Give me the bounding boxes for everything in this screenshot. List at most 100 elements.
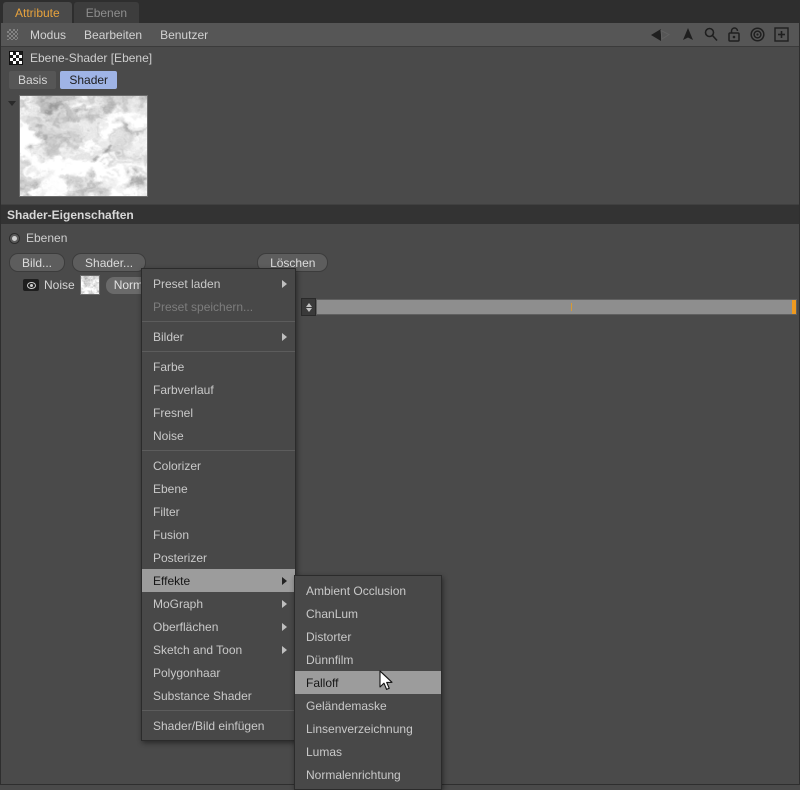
menu-item-label: Fresnel bbox=[153, 405, 194, 420]
submenu-item-ambient-occlusion[interactable]: Ambient Occlusion bbox=[295, 579, 441, 602]
menu-item-bilder[interactable]: Bilder bbox=[142, 325, 295, 348]
lock-open-icon[interactable] bbox=[727, 27, 741, 42]
submenu-item-label: Lumas bbox=[306, 744, 343, 759]
shader-context-menu[interactable]: Preset laden Preset speichern... Bilder Far… bbox=[141, 268, 296, 741]
menu-item-label: Preset laden bbox=[153, 276, 221, 291]
menu-item-fusion[interactable]: Fusion bbox=[142, 523, 295, 546]
menu-item-fresnel[interactable]: Fresnel bbox=[142, 401, 295, 424]
menu-item-oberflächen[interactable]: Oberflächen bbox=[142, 615, 295, 638]
submenu-item-label: Distorter bbox=[306, 629, 352, 644]
submenu-item-label: ChanLum bbox=[306, 606, 359, 621]
grip-dots-icon[interactable] bbox=[7, 29, 18, 40]
submenu-item-geländemaske[interactable]: Geländemaske bbox=[295, 694, 441, 717]
menubar-item-benutzer[interactable]: Benutzer bbox=[151, 23, 217, 47]
radio-ebenen-label: Ebenen bbox=[26, 231, 68, 245]
submenu-item-label: Dünnfilm bbox=[306, 652, 354, 667]
tab-shader-label: Shader bbox=[69, 72, 109, 87]
menu-item-label: Farbe bbox=[153, 359, 185, 374]
menu-item-substance-shader[interactable]: Substance Shader bbox=[142, 684, 295, 707]
submenu-item-distorter[interactable]: Distorter bbox=[295, 625, 441, 648]
menu-item-label: Ebene bbox=[153, 481, 188, 496]
menu-item-preset-speichern: Preset speichern... bbox=[142, 295, 295, 318]
section-header-label: Shader-Eigenschaften bbox=[7, 207, 134, 222]
submenu-item-linsenverzeichnung[interactable]: Linsenverzeichnung bbox=[295, 717, 441, 740]
back-arrow-icon[interactable] bbox=[650, 28, 672, 42]
menu-item-farbe[interactable]: Farbe bbox=[142, 355, 295, 378]
submenu-item-falloff[interactable]: Falloff bbox=[295, 671, 441, 694]
menu-item-shader-bild-einfügen[interactable]: Shader/Bild einfügen bbox=[142, 714, 295, 737]
tab-basis[interactable]: Basis bbox=[9, 70, 57, 89]
menu-item-label: Filter bbox=[153, 504, 180, 519]
chevron-right-icon bbox=[282, 279, 287, 288]
opacity-slider-row bbox=[301, 298, 797, 316]
menu-item-polygonhaar[interactable]: Polygonhaar bbox=[142, 661, 295, 684]
opacity-stepper[interactable] bbox=[301, 298, 316, 316]
submenu-item-dünnfilm[interactable]: Dünnfilm bbox=[295, 648, 441, 671]
menu-item-noise[interactable]: Noise bbox=[142, 424, 295, 447]
shader-button[interactable]: Shader... bbox=[72, 253, 147, 272]
submenu-item-label: Normalenrichtung bbox=[306, 767, 401, 782]
menubar-item-bearbeiten[interactable]: Bearbeiten bbox=[75, 23, 151, 47]
chevron-right-icon bbox=[282, 599, 287, 608]
menu-item-label: Posterizer bbox=[153, 550, 208, 565]
opacity-slider-handle[interactable] bbox=[792, 300, 796, 314]
menubar: Modus Bearbeiten Benutzer bbox=[1, 23, 799, 47]
eye-icon[interactable] bbox=[23, 279, 39, 291]
radio-row-ebenen[interactable]: Ebenen bbox=[1, 229, 799, 247]
submenu-item-chanlum[interactable]: ChanLum bbox=[295, 602, 441, 625]
menu-item-separator bbox=[142, 351, 295, 352]
object-header: Ebene-Shader [Ebene] bbox=[1, 47, 799, 69]
menu-item-label: Noise bbox=[153, 428, 184, 443]
shader-preview[interactable] bbox=[19, 95, 148, 197]
menu-item-effekte[interactable]: Effekte bbox=[142, 569, 295, 592]
target-icon[interactable] bbox=[750, 27, 765, 42]
tab-shader[interactable]: Shader bbox=[60, 70, 118, 89]
chevron-right-icon bbox=[282, 576, 287, 585]
bild-button-label: Bild... bbox=[22, 255, 53, 270]
tab-ebenen[interactable]: Ebenen bbox=[73, 2, 140, 23]
menubar-item-modus[interactable]: Modus bbox=[21, 23, 75, 47]
menu-item-label: Shader/Bild einfügen bbox=[153, 718, 265, 733]
shader-preview-canvas bbox=[20, 96, 147, 196]
preview-row bbox=[1, 90, 799, 204]
menu-item-label: Bilder bbox=[153, 329, 184, 344]
tab-attribute-label: Attribute bbox=[15, 5, 60, 20]
up-arrow-icon[interactable] bbox=[681, 27, 695, 42]
menu-item-label: MoGraph bbox=[153, 596, 204, 611]
radio-ebenen[interactable] bbox=[9, 232, 20, 244]
layer-row-noise[interactable]: Noise Normal bbox=[1, 273, 799, 297]
layer-name: Noise bbox=[44, 278, 75, 292]
chevron-right-icon bbox=[282, 622, 287, 631]
section-header-shader-eigenschaften: Shader-Eigenschaften bbox=[1, 204, 799, 224]
disclosure-toggle[interactable] bbox=[5, 95, 19, 106]
menu-item-filter[interactable]: Filter bbox=[142, 500, 295, 523]
stepper-up-icon bbox=[305, 302, 312, 307]
menu-item-separator bbox=[142, 321, 295, 322]
submenu-item-label: Ambient Occlusion bbox=[306, 583, 407, 598]
menu-item-mograph[interactable]: MoGraph bbox=[142, 592, 295, 615]
menu-item-ebene[interactable]: Ebene bbox=[142, 477, 295, 500]
noise-thumbnail bbox=[79, 275, 100, 295]
subtab-bar: Basis Shader bbox=[1, 69, 799, 90]
shader-button-label: Shader... bbox=[85, 255, 134, 270]
chevron-right-icon bbox=[282, 645, 287, 654]
opacity-slider-track[interactable] bbox=[316, 299, 797, 315]
attribute-manager-window: Attribute Ebenen Modus Bearbeiten Benutz… bbox=[0, 0, 800, 790]
menu-item-label: Sketch and Toon bbox=[153, 642, 243, 657]
effekte-submenu[interactable]: Ambient Occlusion ChanLum Distorter Dünnfil… bbox=[294, 575, 442, 790]
menu-item-posterizer[interactable]: Posterizer bbox=[142, 546, 295, 569]
menu-item-colorizer[interactable]: Colorizer bbox=[142, 454, 295, 477]
submenu-item-normalenrichtung[interactable]: Normalenrichtung bbox=[295, 763, 441, 786]
menu-item-farbverlauf[interactable]: Farbverlauf bbox=[142, 378, 295, 401]
tab-attribute[interactable]: Attribute bbox=[3, 2, 72, 23]
menu-item-label: Effekte bbox=[153, 573, 191, 588]
menu-item-label: Colorizer bbox=[153, 458, 202, 473]
submenu-item-lumas[interactable]: Lumas bbox=[295, 740, 441, 763]
menu-item-preset-laden[interactable]: Preset laden bbox=[142, 272, 295, 295]
menu-item-sketch-and-toon[interactable]: Sketch and Toon bbox=[142, 638, 295, 661]
search-icon[interactable] bbox=[704, 27, 718, 42]
chevron-right-icon bbox=[282, 332, 287, 341]
plus-box-icon[interactable] bbox=[774, 27, 789, 42]
layer-button-row: Bild... Shader... Löschen bbox=[1, 247, 799, 273]
bild-button[interactable]: Bild... bbox=[9, 253, 66, 272]
